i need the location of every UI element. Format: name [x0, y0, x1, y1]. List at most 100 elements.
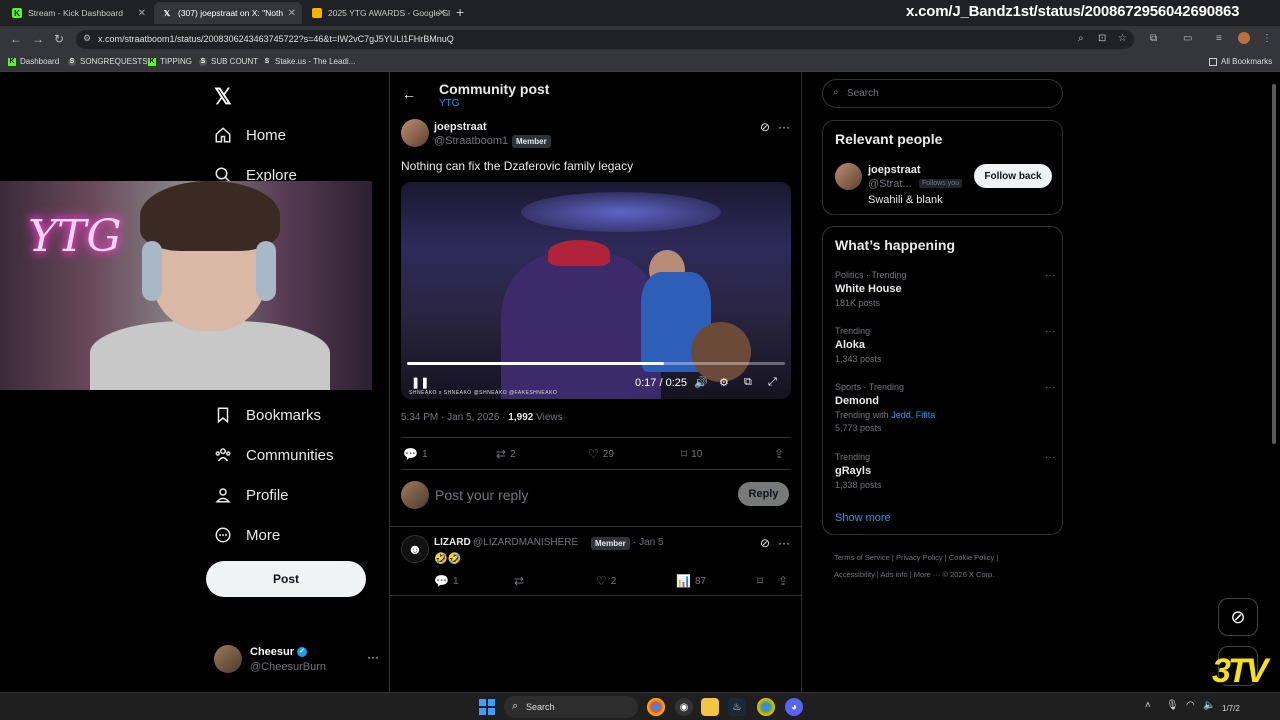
discord-icon[interactable]: ◕: [785, 698, 803, 716]
relevant-person-name[interactable]: joepstraat: [868, 164, 921, 176]
trend-item[interactable]: Sports · Trending Demond Trending with J…: [835, 382, 1055, 433]
post-button[interactable]: Post: [206, 561, 366, 597]
star-icon[interactable]: ☆: [1118, 33, 1127, 44]
like-action[interactable]: ♡ 29: [588, 447, 614, 461]
grok-icon[interactable]: ⊘: [760, 536, 770, 550]
browser-tab-kick[interactable]: K Stream - Kick Dashboard ✕: [4, 2, 152, 24]
scrollbar-thumb[interactable]: [1272, 84, 1276, 444]
reply-button[interactable]: Reply: [738, 482, 789, 506]
clock[interactable]: 1/7/2: [1222, 704, 1240, 713]
url-field[interactable]: ⚙ x.com/straatboom1/status/2008306243463…: [76, 30, 1134, 49]
speaker-icon[interactable]: 🔈: [1203, 700, 1215, 711]
share-action[interactable]: ⇪: [778, 574, 792, 588]
settings-icon[interactable]: ⚙: [719, 376, 729, 389]
fullscreen-icon[interactable]: ⤢: [768, 376, 777, 389]
chrome-icon[interactable]: [757, 698, 775, 716]
like-action[interactable]: ♡ 2: [596, 574, 616, 588]
pause-icon[interactable]: ❚❚: [411, 376, 429, 389]
install-icon[interactable]: ⊡: [1098, 33, 1106, 44]
reply-action[interactable]: 💬 1: [403, 447, 428, 461]
trend-with-links[interactable]: Jedd, Fifita: [891, 410, 935, 420]
show-more-link[interactable]: Show more: [835, 512, 891, 524]
zoom-icon[interactable]: ⌕: [1078, 33, 1084, 44]
scrollbar[interactable]: [1270, 76, 1278, 690]
bookmark-tipping[interactable]: K TIPPING: [148, 57, 192, 66]
forward-icon[interactable]: →: [32, 32, 44, 46]
footer-line[interactable]: Terms of Service | Privacy Policy | Cook…: [834, 549, 1064, 566]
comment-author-name[interactable]: LIZARD: [434, 537, 471, 548]
x-logo-icon[interactable]: 𝕏: [214, 84, 232, 110]
views-action[interactable]: 📊 87: [676, 574, 706, 588]
microphone-icon[interactable]: 🎙: [1166, 700, 1179, 711]
bookmark-action[interactable]: ⌑: [757, 574, 767, 588]
repost-action[interactable]: ⇄ 2: [496, 447, 516, 461]
community-link[interactable]: YTG: [439, 98, 460, 109]
browser-tab-slides[interactable]: 2025 YTG AWARDS - Google Sl ✕: [304, 2, 452, 24]
trend-item[interactable]: Trending gRayls 1,338 posts ···: [835, 452, 1055, 490]
nav-profile[interactable]: Profile: [214, 486, 289, 504]
bookmark-dashboard[interactable]: K Dashboard: [8, 57, 59, 66]
taskbar-search[interactable]: ⌕ Search: [504, 696, 638, 718]
nav-more[interactable]: More: [214, 526, 280, 544]
avatar[interactable]: [835, 163, 862, 190]
menu-icon[interactable]: ⋮: [1262, 33, 1272, 44]
post-author-handle[interactable]: @Straatboom1 ·: [434, 135, 515, 147]
reload-icon[interactable]: ↻: [54, 32, 64, 46]
close-tab-icon[interactable]: ✕: [438, 8, 446, 19]
nav-communities[interactable]: Communities: [214, 446, 334, 464]
back-arrow-icon[interactable]: ←: [402, 86, 416, 102]
pip-icon[interactable]: ⧉: [744, 376, 752, 389]
reply-input[interactable]: Post your reply: [435, 487, 528, 503]
nav-bookmarks[interactable]: Bookmarks: [214, 406, 321, 424]
bookmark-subcount[interactable]: S SUB COUNT: [199, 57, 258, 66]
steam-icon[interactable]: ♨: [728, 698, 746, 716]
new-tab-button[interactable]: +: [456, 4, 464, 20]
all-bookmarks[interactable]: All Bookmarks: [1209, 57, 1272, 66]
trend-item[interactable]: Politics · Trending White House 181K pos…: [835, 270, 1055, 308]
post-author-name[interactable]: joepstraat: [434, 121, 487, 133]
bookmark-action[interactable]: ⌑ 10: [681, 447, 702, 461]
account-switcher[interactable]: Cheesur ✓ @CheesurBurn ···: [214, 644, 379, 678]
share-action[interactable]: ⇪: [774, 447, 788, 461]
windows-start-icon[interactable]: [479, 699, 495, 715]
wifi-icon[interactable]: ◠: [1186, 700, 1195, 711]
repost-action[interactable]: ⇄: [514, 574, 528, 588]
close-tab-icon[interactable]: ✕: [138, 8, 146, 19]
browser-tab-x[interactable]: 𝕏 (307) joepstraat on X: "Noth ✕: [154, 2, 302, 24]
profile-avatar-icon[interactable]: [1238, 32, 1250, 44]
volume-icon[interactable]: 🔊: [694, 376, 708, 389]
more-dots-icon[interactable]: ···: [1045, 326, 1055, 337]
avatar[interactable]: ☻: [401, 535, 429, 563]
tray-chevron-icon[interactable]: ˄: [1145, 700, 1151, 711]
chrome-icon[interactable]: [647, 698, 665, 716]
extensions-icon[interactable]: ⧉: [1150, 33, 1157, 44]
comment-author-handle[interactable]: @LIZARDMANISHERE: [473, 537, 578, 548]
video-progress-bar[interactable]: [407, 362, 785, 365]
more-dots-icon[interactable]: ···: [367, 650, 379, 664]
more-dots-icon[interactable]: ···: [1045, 382, 1055, 393]
site-info-icon[interactable]: ⚙: [83, 33, 91, 44]
video-player[interactable]: SHNEAKO x SHNEAKO @SHNEAKO @FAKESHNEAKO …: [401, 182, 791, 399]
sidepanel-icon[interactable]: ▭: [1183, 33, 1192, 44]
folder-icon[interactable]: [701, 698, 719, 716]
reply-action[interactable]: 💬 1: [434, 574, 459, 588]
nav-home[interactable]: Home: [214, 126, 286, 144]
obs-icon[interactable]: ◉: [675, 698, 693, 716]
follow-back-button[interactable]: Follow back: [974, 164, 1052, 188]
media-icon[interactable]: ≡: [1216, 33, 1222, 44]
more-dots-icon[interactable]: ···: [778, 120, 790, 134]
comment-date[interactable]: · Jan 5: [633, 537, 664, 548]
relevant-person-handle[interactable]: @Strat...: [868, 178, 912, 190]
more-dots-icon[interactable]: ···: [1045, 452, 1055, 463]
bookmark-stake[interactable]: S Stake.us - The Leadi...: [263, 57, 356, 66]
footer-line[interactable]: Accessibility | Ads info | More ··· © 20…: [834, 566, 1064, 583]
bookmark-songrequests[interactable]: S SONGREQUESTS: [68, 57, 148, 66]
search-input[interactable]: ⌕ Search: [822, 79, 1063, 108]
grok-icon[interactable]: ⊘: [760, 120, 770, 134]
more-dots-icon[interactable]: ···: [1045, 270, 1055, 281]
more-dots-icon[interactable]: ···: [778, 536, 790, 550]
trend-item[interactable]: Trending Aloka 1,343 posts ···: [835, 326, 1055, 364]
close-tab-icon[interactable]: ✕: [288, 8, 296, 19]
grok-icon[interactable]: ⊘: [1218, 598, 1258, 636]
back-icon[interactable]: ←: [10, 32, 22, 46]
